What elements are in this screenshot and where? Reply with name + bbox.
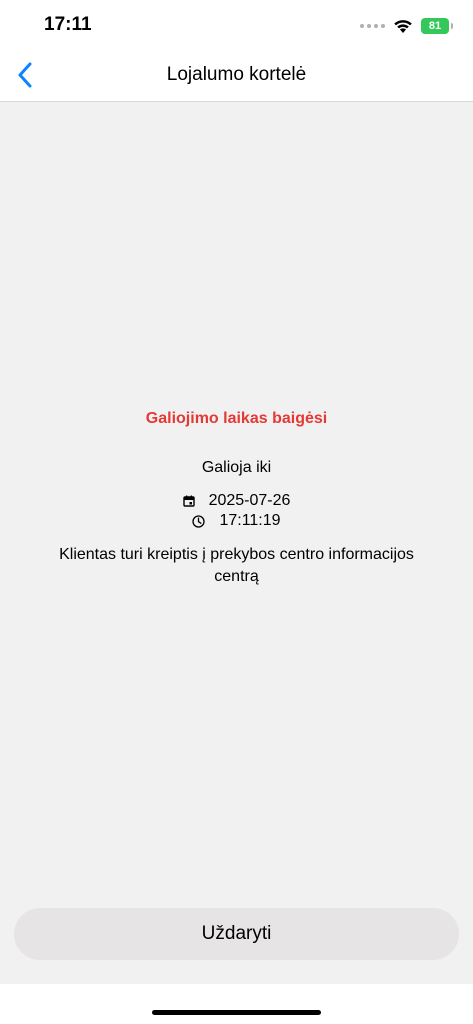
battery-level: 81 [428,20,442,32]
calendar-icon [182,495,195,507]
status-time: 17:11 [44,14,92,35]
valid-until-label: Galioja iki [201,459,272,476]
battery-icon: 81 [421,18,453,34]
info-message: Klientas turi kreiptis į prekybos centro… [59,546,414,585]
home-indicator[interactable] [152,1010,321,1015]
cellular-signal-icon [360,24,385,28]
expiry-date: 2025-07-26 [208,492,291,509]
navigation-bar: Lojalumo kortelė [0,50,473,102]
page-title: Lojalumo kortelė [166,64,307,85]
expiry-date-row: 2025-07-26 [0,492,473,510]
expiry-time: 17:11:19 [219,512,281,529]
wifi-icon [394,20,412,33]
bottom-safe-area [0,984,473,1024]
clock-icon [192,514,206,528]
loyalty-card-content: Galiojimo laikas baigėsi Galioja iki 202… [0,102,473,984]
status-indicators: 81 [360,16,453,36]
close-button[interactable]: Uždaryti [14,908,459,960]
expiry-time-row: 17:11:19 [0,512,473,530]
status-bar: 17:11 81 [0,0,473,50]
expired-status-text: Galiojimo laikas baigėsi [145,410,328,427]
